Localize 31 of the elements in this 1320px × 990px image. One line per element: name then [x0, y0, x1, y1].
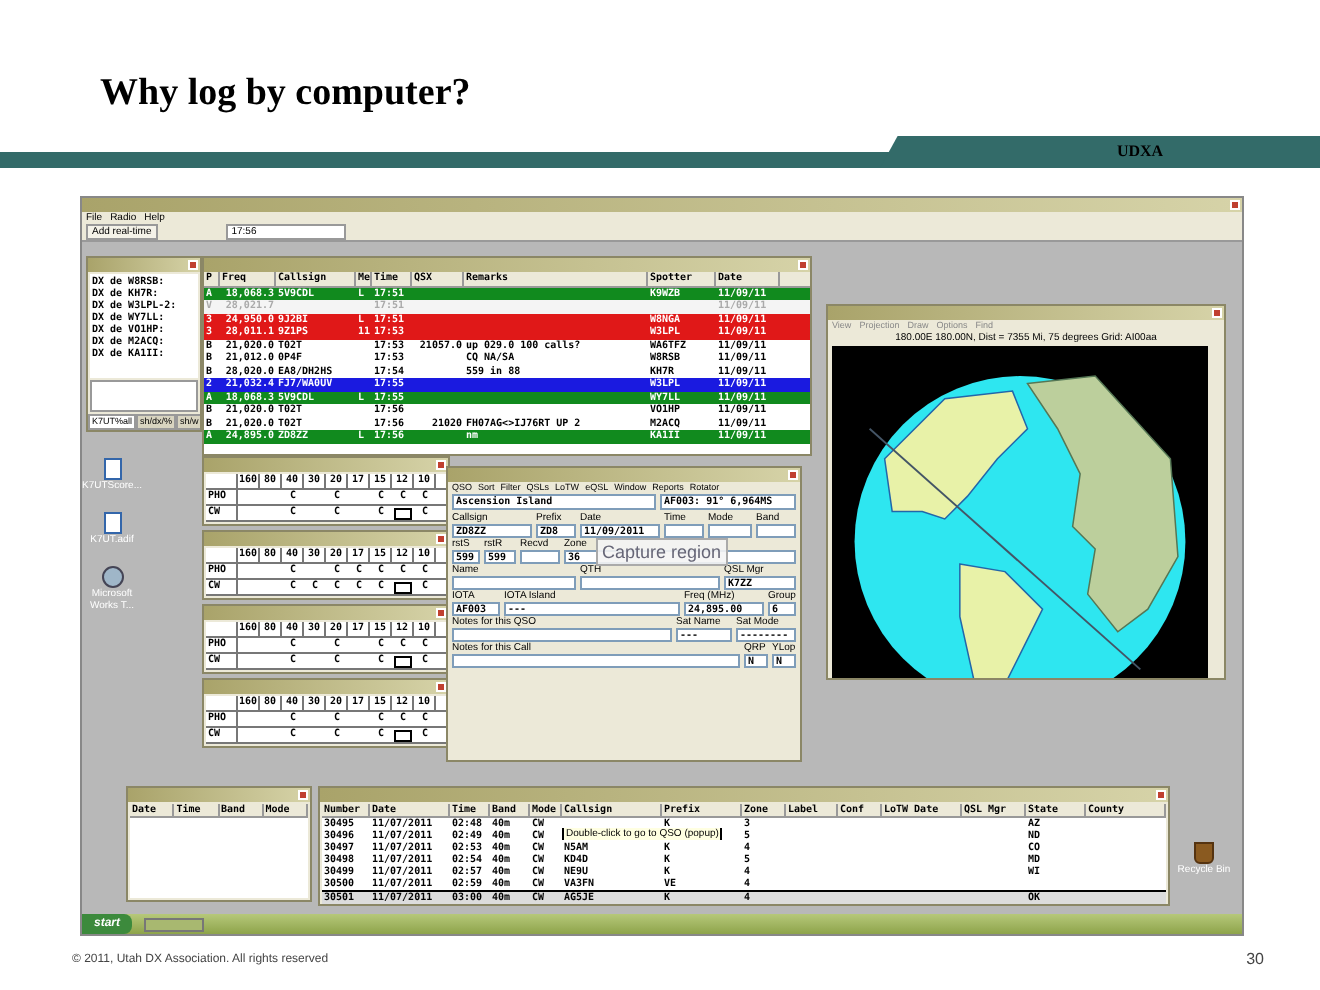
- program-icon[interactable]: [101, 566, 123, 588]
- input-field[interactable]: [452, 576, 576, 590]
- outlined-cell: [394, 729, 412, 741]
- close-icon[interactable]: [436, 460, 446, 470]
- close-icon[interactable]: [436, 608, 446, 618]
- input-field[interactable]: [520, 550, 560, 564]
- close-icon[interactable]: [798, 260, 808, 270]
- close-icon[interactable]: [1230, 200, 1240, 210]
- outlined-cell: [394, 507, 412, 519]
- slide-title: Why log by computer?: [100, 72, 473, 116]
- input-field[interactable]: [756, 524, 796, 538]
- outlined-cell: [394, 655, 412, 667]
- input-field[interactable]: [580, 576, 720, 590]
- input-field[interactable]: [452, 628, 672, 642]
- close-icon[interactable]: [788, 470, 798, 480]
- document-icon[interactable]: [103, 512, 121, 534]
- outlined-cell: [394, 581, 412, 593]
- close-icon[interactable]: [1212, 308, 1222, 318]
- close-icon[interactable]: [436, 534, 446, 544]
- document-icon[interactable]: [103, 458, 121, 480]
- recycle-bin-icon[interactable]: [1194, 842, 1214, 864]
- close-icon[interactable]: [298, 790, 308, 800]
- input-field[interactable]: [708, 524, 752, 538]
- close-icon[interactable]: [1156, 790, 1166, 800]
- capture-region-tooltip: Capture region: [596, 538, 728, 566]
- page-number: 30: [1246, 948, 1264, 972]
- close-icon[interactable]: [188, 260, 198, 270]
- close-icon[interactable]: [436, 682, 446, 692]
- command-input-field[interactable]: [90, 380, 198, 412]
- input-field[interactable]: [452, 654, 740, 668]
- input-field[interactable]: [664, 524, 704, 538]
